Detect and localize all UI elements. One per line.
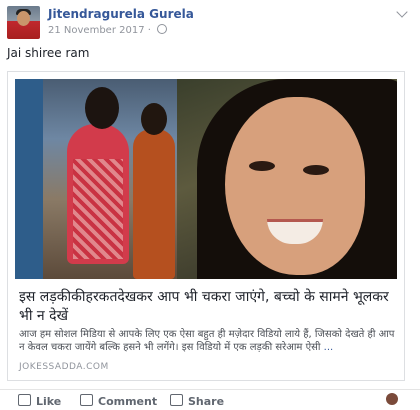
author-name-link[interactable]: Jitendragurela Gurela	[48, 7, 194, 21]
comment-icon	[80, 394, 93, 406]
avatar-face	[17, 11, 30, 26]
post-text: Jai shiree ram	[7, 46, 90, 60]
meta-separator: ·	[147, 25, 151, 36]
like-button[interactable]: Like	[18, 394, 61, 408]
post-meta: 21 November 2017 ·	[48, 24, 168, 36]
woman-head	[141, 103, 167, 135]
link-description-text: आज हम सोशल मिडिया से आपके लिए एक ऐसा बहु…	[19, 329, 395, 353]
post-date[interactable]: 21 November 2017	[48, 25, 145, 36]
door-shape	[15, 79, 43, 279]
link-preview-card[interactable]: इस लड़कीकीहरकतदेखकर आप भी चकरा जाएंगे, ब…	[7, 71, 405, 381]
preview-image-left	[15, 79, 177, 279]
link-preview-image[interactable]	[15, 79, 397, 279]
share-label: Share	[188, 395, 225, 408]
like-label: Like	[36, 395, 62, 408]
author-avatar[interactable]	[7, 6, 40, 39]
comment-label: Comment	[98, 395, 158, 408]
face-shape	[225, 97, 365, 275]
preview-image-right	[177, 79, 397, 279]
link-description: आज हम सोशल मिडिया से आपके लिए एक ऐसा बहु…	[19, 328, 397, 354]
see-more-link[interactable]: ...	[324, 342, 334, 353]
link-domain: JOKESSADDA.COM	[19, 362, 109, 372]
girl-head	[85, 87, 119, 129]
reaction-avatar[interactable]	[386, 393, 398, 405]
like-icon	[18, 394, 31, 406]
woman-figure	[133, 129, 175, 279]
share-button[interactable]: Share	[170, 394, 224, 408]
share-icon	[170, 394, 183, 406]
right-eye	[303, 165, 329, 175]
comment-button[interactable]: Comment	[80, 394, 157, 408]
globe-icon	[157, 24, 168, 34]
chevron-down-icon[interactable]	[396, 6, 408, 18]
dress-pattern	[73, 159, 123, 259]
link-headline[interactable]: इस लड़कीकीहरकतदेखकर आप भी चकरा जाएंगे, ब…	[19, 288, 397, 326]
left-eye	[249, 161, 275, 171]
